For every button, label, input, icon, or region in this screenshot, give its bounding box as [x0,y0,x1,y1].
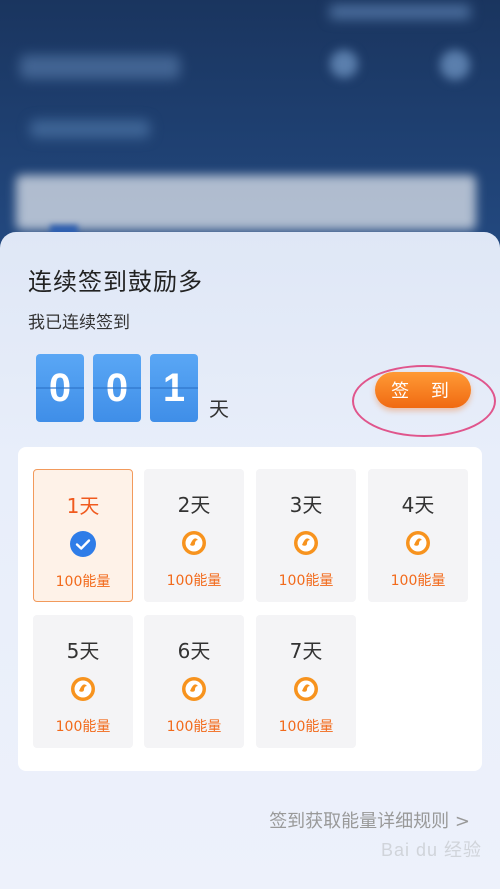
blurred-header-icon [440,50,470,80]
day-label: 2天 [177,493,211,517]
day-tile-1[interactable]: 1天 100能量 [33,469,133,602]
counter-digit: 0 [36,354,84,422]
sheet-title: 连续签到鼓励多 [28,268,203,296]
day-label: 6天 [177,639,211,663]
reward-label: 100能量 [278,573,334,589]
signin-button[interactable]: 签 到 [375,372,471,408]
day-label: 1天 [66,494,100,518]
energy-coin-icon [294,531,318,555]
blurred-header-icon [330,50,358,78]
day-label: 3天 [289,493,323,517]
streak-counter: 0 0 1 天 [36,354,229,422]
energy-coin-icon [406,531,430,555]
blurred-banner [16,175,476,230]
reward-label: 100能量 [390,573,446,589]
days-card: 1天 100能量 2天 100能量 3天 100能量 4天 100能量 5天 1… [18,447,482,771]
blurred-header-title [20,55,180,79]
day-tile-5[interactable]: 5天 100能量 [33,615,133,748]
blurred-text [30,120,150,138]
day-label: 4天 [401,493,435,517]
energy-coin-icon [294,677,318,701]
counter-digit: 1 [150,354,198,422]
check-icon [70,531,96,557]
streak-label: 我已连续签到 [28,313,130,333]
reward-label: 100能量 [166,573,222,589]
day-tile-6[interactable]: 6天 100能量 [144,615,244,748]
day-label: 7天 [289,639,323,663]
energy-coin-icon [182,531,206,555]
blurred-status-bar [330,5,470,19]
day-label: 5天 [66,639,100,663]
reward-label: 100能量 [55,574,111,590]
counter-digit: 0 [93,354,141,422]
baidu-watermark: Bai du 经验 [380,840,482,860]
day-tile-2[interactable]: 2天 100能量 [144,469,244,602]
counter-unit: 天 [209,397,229,421]
reward-label: 100能量 [166,719,222,735]
energy-coin-icon [182,677,206,701]
rules-link[interactable]: 签到获取能量详细规则 > [269,807,470,833]
reward-label: 100能量 [278,719,334,735]
reward-label: 100能量 [55,719,111,735]
day-tile-7[interactable]: 7天 100能量 [256,615,356,748]
signin-sheet: 连续签到鼓励多 我已连续签到 0 0 1 天 签 到 1天 100能量 2天 1… [0,232,500,889]
day-tile-3[interactable]: 3天 100能量 [256,469,356,602]
day-tile-4[interactable]: 4天 100能量 [368,469,468,602]
energy-coin-icon [71,677,95,701]
